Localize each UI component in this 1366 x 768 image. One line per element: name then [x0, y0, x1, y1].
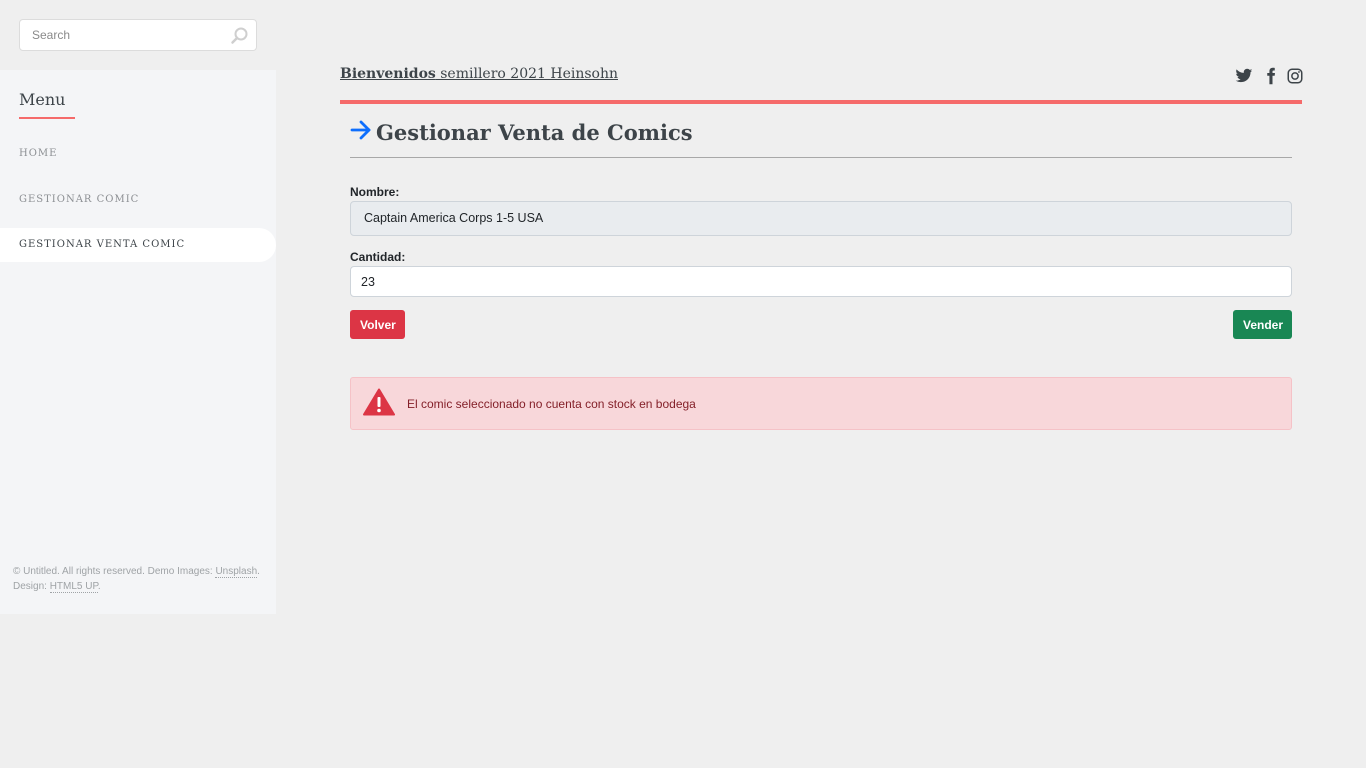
footer-link-html5up[interactable]: HTML5 UP	[49, 581, 98, 593]
back-button[interactable]: Volver	[350, 310, 405, 339]
sidebar-item-gestionar-venta-comic[interactable]: GESTIONAR VENTA COMIC	[0, 228, 276, 262]
name-field: Captain America Corps 1-5 USA	[350, 201, 1292, 236]
page-title-text: Gestionar Venta de Comics	[376, 119, 693, 145]
sidebar-footer: © Untitled. All rights reserved. Demo Im…	[13, 564, 263, 594]
name-label: Nombre:	[350, 185, 400, 199]
warning-triangle-icon	[351, 388, 407, 419]
stock-alert: El comic seleccionado no cuenta con stoc…	[350, 377, 1292, 430]
search-icon[interactable]	[230, 26, 250, 46]
sidebar: Menu HOME GESTIONAR COMIC GESTIONAR VENT…	[0, 0, 276, 768]
page-title: Gestionar Venta de Comics	[350, 117, 693, 147]
sidebar-item-gestionar-comic[interactable]: GESTIONAR COMIC	[0, 183, 276, 217]
sell-button[interactable]: Vender	[1233, 310, 1292, 339]
title-divider	[350, 157, 1292, 158]
menu-title-underline	[19, 117, 75, 119]
footer-suffix: .	[97, 581, 101, 592]
search-section	[0, 0, 276, 70]
twitter-icon[interactable]	[1235, 67, 1253, 85]
instagram-icon[interactable]	[1286, 67, 1304, 85]
sidebar-menu-panel: Menu HOME GESTIONAR COMIC GESTIONAR VENT…	[0, 70, 276, 614]
sidebar-item-home[interactable]: HOME	[0, 137, 276, 171]
search-box[interactable]	[19, 19, 257, 51]
facebook-icon[interactable]	[1262, 67, 1280, 85]
header-welcome-bold: Bienvenidos	[340, 66, 436, 82]
header-divider	[340, 100, 1302, 104]
footer-link-unsplash[interactable]: Unsplash	[215, 566, 258, 578]
quantity-label: Cantidad:	[350, 250, 406, 264]
header-welcome[interactable]: Bienvenidos semillero 2021 Heinsohn	[340, 66, 618, 82]
arrow-right-icon	[350, 119, 376, 146]
alert-message: El comic seleccionado no cuenta con stoc…	[407, 396, 696, 411]
quantity-input[interactable]	[350, 266, 1292, 297]
footer-prefix: © Untitled. All rights reserved. Demo Im…	[13, 566, 216, 577]
header-welcome-rest: semillero 2021 Heinsohn	[435, 66, 618, 82]
menu-title: Menu	[19, 90, 66, 109]
search-input[interactable]	[20, 20, 220, 50]
